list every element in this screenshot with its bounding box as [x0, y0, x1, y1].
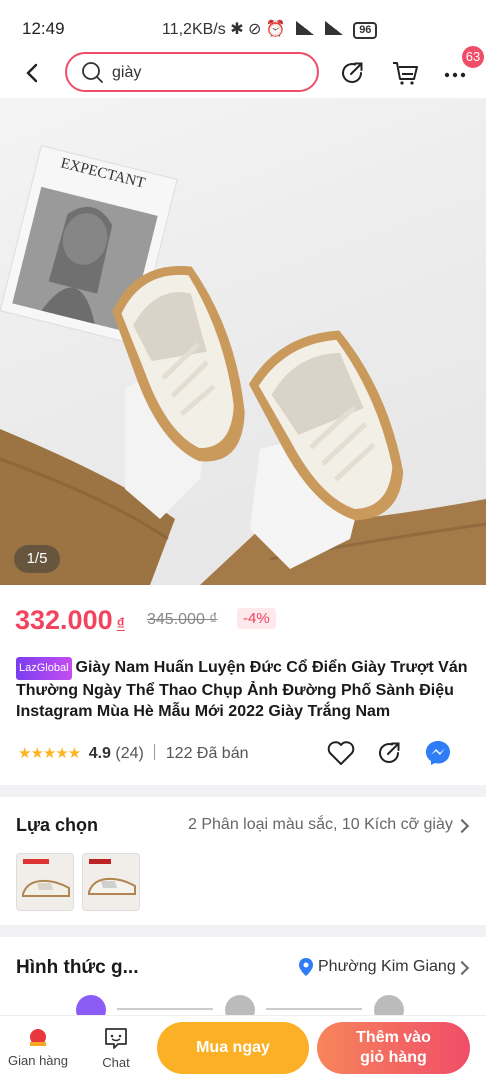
product-info: 332.000 ₫ 345.000 ₫ -4% LazGlobal Giày Nam… — [0, 585, 486, 785]
top-nav: giày 63 — [0, 46, 486, 98]
chat-button[interactable]: Chat — [94, 1026, 138, 1070]
divider — [154, 744, 156, 760]
bluetooth-icon: ✱ ⊘ ⏰ — [230, 21, 286, 38]
variant-shoe-image — [22, 859, 70, 897]
lazglobal-tag: LazGlobal — [16, 657, 72, 680]
price-currency: ₫ — [116, 616, 125, 633]
store-label: Gian hàng — [8, 1053, 68, 1068]
product-page: 12:49 11,2KB/s ✱ ⊘ ⏰ 96 giày 63 EXPECTAN… — [0, 0, 486, 1080]
heart-icon[interactable] — [326, 738, 356, 768]
net-speed: 11,2KB/s — [162, 21, 226, 38]
delivery-label: Hình thức g... — [16, 957, 139, 978]
variant-label: Lựa chọn — [16, 815, 99, 835]
back-button[interactable] — [20, 60, 46, 86]
cart-count-badge: 63 — [462, 46, 484, 68]
share-icon[interactable] — [337, 58, 367, 88]
delivery-section[interactable]: Hình thức g... Phường Kim Giang — [0, 937, 486, 1025]
discount-badge: -4% — [237, 608, 276, 629]
variant-shoe-image — [88, 859, 136, 895]
status-bar: 12:49 11,2KB/s ✱ ⊘ ⏰ 96 — [0, 0, 486, 54]
store-button[interactable]: Gian hàng — [6, 1026, 70, 1068]
status-indicators: 11,2KB/s ✱ ⊘ ⏰ 96 — [162, 19, 378, 39]
star-rating-icon: ★★★★★ — [18, 745, 81, 762]
variant-thumbnail[interactable] — [16, 853, 74, 911]
add-to-cart-label-1: Thêm vào — [356, 1029, 431, 1046]
product-title: LazGlobal Giày Nam Huấn Luyện Đức Cổ Điển… — [16, 657, 476, 722]
location-pin-icon — [299, 958, 313, 976]
step-line — [117, 1008, 213, 1010]
buy-now-button[interactable]: Mua ngay — [157, 1022, 309, 1074]
share-icon[interactable] — [374, 738, 404, 768]
cart-icon[interactable] — [390, 58, 420, 88]
search-input[interactable]: giày — [65, 52, 319, 92]
status-time: 12:49 — [22, 19, 65, 38]
bottom-action-bar: Gian hàng Chat Mua ngay Thêm vào giỏ hàn… — [0, 1015, 486, 1080]
variant-summary: 2 Phân loại màu sắc, 10 Kích cỡ giày — [188, 816, 453, 833]
delivery-location: Phường Kim Giang — [318, 958, 456, 975]
signal-icon — [296, 21, 315, 35]
add-to-cart-label-2: giỏ hàng — [360, 1049, 427, 1066]
messenger-icon[interactable] — [423, 738, 453, 768]
price: 332.000 ₫ — [15, 605, 125, 636]
battery-icon: 96 — [353, 22, 378, 39]
variant-thumbnail[interactable] — [82, 853, 140, 911]
variant-selector[interactable]: Lựa chọn 2 Phân loại màu sắc, 10 Kích cỡ… — [0, 797, 486, 925]
step-line — [266, 1008, 362, 1010]
sold-count: 122 Đã bán — [165, 745, 249, 762]
chat-icon — [105, 1028, 127, 1049]
back-arrow-icon — [26, 63, 38, 83]
rating-count: (24) — [115, 745, 144, 762]
original-price: 345.000 ₫ — [147, 611, 218, 628]
chat-label: Chat — [102, 1055, 130, 1070]
price-value: 332.000 — [15, 605, 113, 635]
product-title-text: Giày Nam Huấn Luyện Đức Cổ Điển Giày Trư… — [16, 659, 468, 720]
product-image[interactable]: EXPECTANT — [0, 99, 486, 585]
product-photo: EXPECTANT — [0, 145, 486, 585]
rating-row[interactable]: ★★★★★ 4.9 (24) 122 Đã bán — [18, 744, 249, 763]
chevron-right-icon — [454, 960, 470, 976]
search-icon — [82, 62, 103, 83]
chevron-right-icon — [454, 818, 470, 834]
add-to-cart-button[interactable]: Thêm vào giỏ hàng — [317, 1022, 470, 1074]
rating-score: 4.9 — [88, 745, 111, 762]
signal-icon-2 — [324, 21, 343, 35]
search-query: giày — [112, 64, 142, 81]
image-counter: 1/5 — [14, 545, 60, 573]
store-logo-icon — [30, 1029, 46, 1046]
